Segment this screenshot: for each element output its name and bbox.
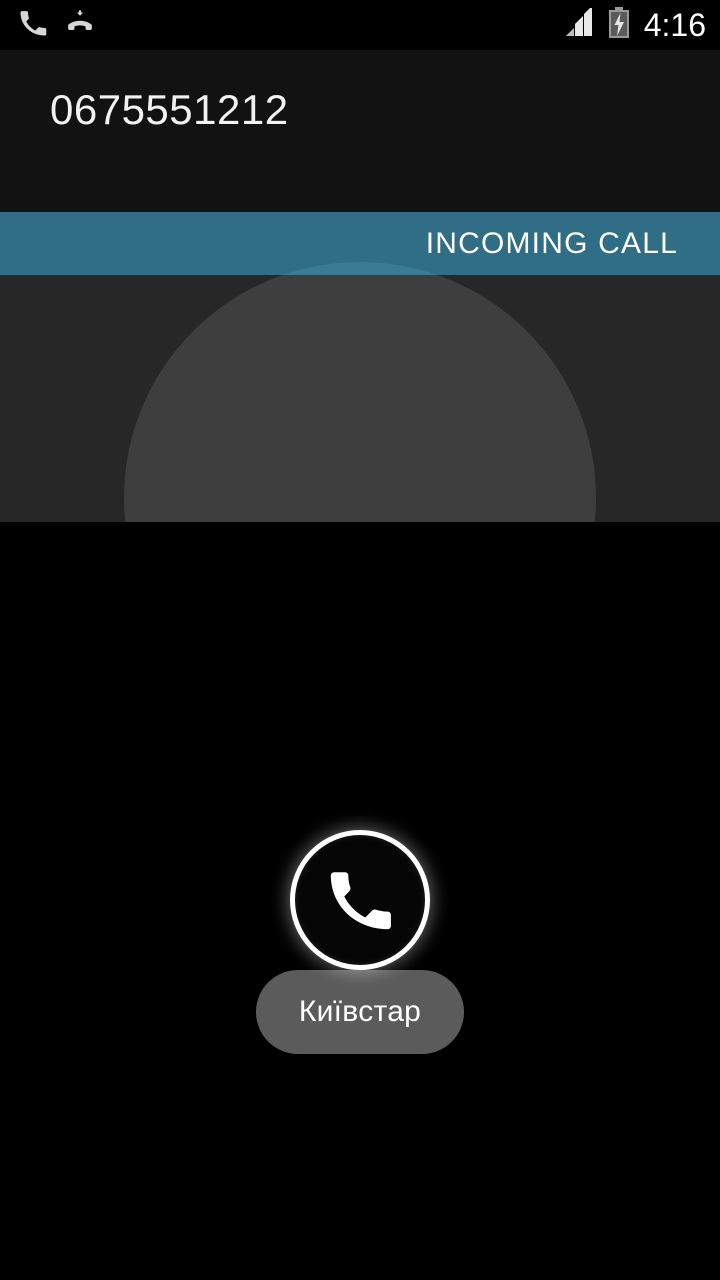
status-bar-left-icons: [18, 8, 96, 43]
caller-info-header: 0675551212: [0, 50, 720, 212]
signal-bars-icon: [564, 5, 598, 43]
carrier-name-pill[interactable]: Київстар: [256, 970, 464, 1054]
caller-phone-number: 0675551212: [50, 86, 289, 133]
contact-photo-area: INCOMING CALL: [0, 212, 720, 522]
status-bar-clock: 4:16: [643, 7, 706, 43]
answer-call-button[interactable]: [285, 825, 435, 975]
battery-charging-icon: [608, 6, 630, 44]
call-active-icon: [18, 8, 48, 43]
status-bar: 4:16: [0, 0, 720, 50]
call-status-label: INCOMING CALL: [425, 226, 678, 260]
status-bar-right-icons: 4:16: [564, 5, 706, 44]
contact-photo-placeholder: [124, 275, 596, 522]
carrier-name-label: Київстар: [298, 995, 422, 1028]
incoming-call-screen: 4:16 0675551212 INCOMING CALL Київстар: [0, 0, 720, 1280]
phone-handset-icon: [330, 872, 391, 930]
missed-call-icon: [64, 8, 96, 43]
contact-photo-backdrop: [0, 275, 720, 522]
